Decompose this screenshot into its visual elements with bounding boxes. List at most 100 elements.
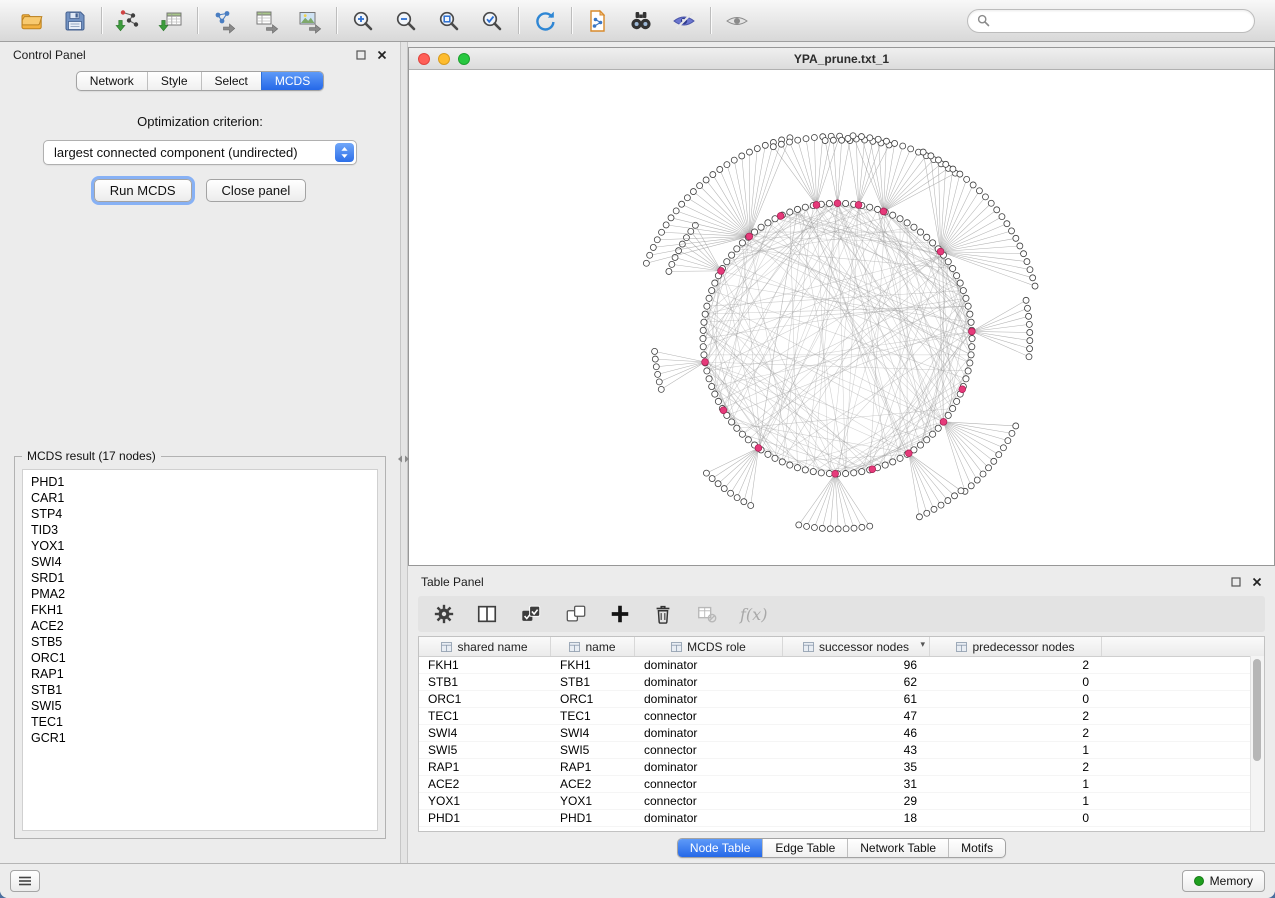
column-type-icon (441, 642, 452, 652)
sort-menu-icon[interactable]: ▾ (920, 639, 925, 650)
export-table-button[interactable] (252, 6, 282, 36)
mcds-result-item[interactable]: CAR1 (31, 490, 369, 506)
network-view-window: YPA_prune.txt_1 (408, 47, 1275, 566)
import-table-button[interactable] (156, 6, 186, 36)
eye-slash-icon (671, 8, 697, 34)
share-document-button[interactable] (583, 6, 613, 36)
mcds-result-item[interactable]: SRD1 (31, 570, 369, 586)
table-row[interactable]: TEC1 TEC1 connector 47 2 (419, 708, 1264, 725)
unselect-all-icon[interactable] (564, 603, 588, 625)
column-label: predecessor nodes (972, 640, 1074, 654)
table-row[interactable]: YOX1 YOX1 connector 29 1 (419, 793, 1264, 810)
table-row[interactable]: FKH1 FKH1 dominator 96 2 (419, 657, 1264, 674)
close-panel-icon[interactable] (377, 50, 387, 60)
cell-predecessor-nodes: 2 (930, 726, 1102, 740)
mcds-result-item[interactable]: TEC1 (31, 714, 369, 730)
column-header-name[interactable]: name (551, 637, 635, 656)
zoom-selected-icon (479, 8, 505, 34)
table-panel-title: Table Panel (421, 575, 484, 589)
network-window-titlebar[interactable]: YPA_prune.txt_1 (409, 48, 1274, 70)
window-close-button[interactable] (418, 53, 430, 65)
float-panel-icon[interactable] (1231, 577, 1241, 587)
search-field[interactable] (967, 9, 1255, 33)
refresh-view-button[interactable] (530, 6, 560, 36)
mcds-result-item[interactable]: SWI4 (31, 554, 369, 570)
control-panel-tab[interactable]: Select (201, 72, 261, 90)
table-settings-gear-icon[interactable] (433, 603, 455, 625)
column-header-predecessor-nodes[interactable]: predecessor nodes (930, 637, 1102, 656)
zoom-in-button[interactable] (348, 6, 378, 36)
column-header-successor-nodes[interactable]: successor nodes ▾ (783, 637, 930, 656)
table-row[interactable]: STB1 STB1 dominator 62 0 (419, 674, 1264, 691)
mcds-result-item[interactable]: STP4 (31, 506, 369, 522)
panel-splitter[interactable] (400, 42, 408, 863)
export-image-button[interactable] (295, 6, 325, 36)
table-row[interactable]: PHD1 PHD1 dominator 18 0 (419, 810, 1264, 827)
table-row[interactable]: ORC1 ORC1 dominator 61 0 (419, 691, 1264, 708)
column-header-mcds-role[interactable]: MCDS role (635, 637, 783, 656)
import-network-button[interactable] (113, 6, 143, 36)
mcds-result-item[interactable]: ORC1 (31, 650, 369, 666)
control-panel-tabs-row: Network Style Select MCDS (0, 68, 400, 100)
mcds-result-item[interactable]: SWI5 (31, 698, 369, 714)
mcds-result-item[interactable]: YOX1 (31, 538, 369, 554)
zoom-out-button[interactable] (391, 6, 421, 36)
mcds-result-item[interactable]: STB5 (31, 634, 369, 650)
window-zoom-button[interactable] (458, 53, 470, 65)
close-panel-icon[interactable] (1252, 577, 1262, 587)
mcds-result-item[interactable]: ACE2 (31, 618, 369, 634)
hide-graphics-details-button[interactable] (669, 6, 699, 36)
mcds-result-item[interactable]: TID3 (31, 522, 369, 538)
close-panel-button[interactable]: Close panel (206, 179, 307, 202)
column-header-shared-name[interactable]: shared name (419, 637, 551, 656)
zoom-selected-button[interactable] (477, 6, 507, 36)
table-panel-header: Table Panel (408, 569, 1275, 595)
table-row[interactable]: SWI5 SWI5 connector 43 1 (419, 742, 1264, 759)
cell-predecessor-nodes: 1 (930, 794, 1102, 808)
memory-button[interactable]: Memory (1182, 870, 1265, 892)
select-all-icon[interactable] (519, 603, 543, 625)
run-mcds-button[interactable]: Run MCDS (94, 179, 192, 202)
search-input[interactable] (995, 13, 1245, 29)
control-panel-tab[interactable]: Style (147, 72, 201, 90)
zoom-fit-button[interactable] (434, 6, 464, 36)
window-minimize-button[interactable] (438, 53, 450, 65)
mcds-result-item[interactable]: PMA2 (31, 586, 369, 602)
open-session-button[interactable] (17, 6, 47, 36)
table-tab[interactable]: Motifs (948, 839, 1005, 857)
cell-mcds-role: connector (635, 794, 783, 808)
export-table-icon (254, 8, 280, 34)
export-network-icon (211, 8, 237, 34)
table-tab[interactable]: Edge Table (762, 839, 847, 857)
table-row[interactable]: ACE2 ACE2 connector 31 1 (419, 776, 1264, 793)
search-network-button[interactable] (626, 6, 656, 36)
show-columns-icon[interactable] (476, 603, 498, 625)
mcds-result-item[interactable]: GCR1 (31, 730, 369, 746)
table-tab[interactable]: Node Table (678, 839, 763, 857)
add-column-plus-icon[interactable] (609, 603, 631, 625)
table-row[interactable]: SWI4 SWI4 dominator 46 2 (419, 725, 1264, 742)
table-scrollbar-track[interactable] (1250, 656, 1264, 831)
mcds-result-item[interactable]: STB1 (31, 682, 369, 698)
control-panel-tab[interactable]: MCDS (261, 72, 323, 90)
mcds-result-item[interactable]: RAP1 (31, 666, 369, 682)
network-canvas[interactable] (409, 70, 1274, 565)
cell-successor-nodes: 47 (783, 709, 930, 723)
table-panel: Table Panel (408, 569, 1275, 863)
criterion-dropdown[interactable]: largest connected component (undirected) (43, 140, 357, 165)
mcds-result-item[interactable]: FKH1 (31, 602, 369, 618)
show-graphics-details-button[interactable] (722, 6, 752, 36)
mcds-result-item[interactable]: PHD1 (31, 474, 369, 490)
float-panel-icon[interactable] (356, 50, 366, 60)
table-row[interactable]: RAP1 RAP1 dominator 35 2 (419, 759, 1264, 776)
save-session-button[interactable] (60, 6, 90, 36)
cell-name: FKH1 (551, 658, 635, 672)
delete-column-trash-icon[interactable] (652, 603, 674, 625)
table-tab[interactable]: Network Table (847, 839, 948, 857)
splitter-handle-icon[interactable] (398, 450, 409, 468)
table-scrollbar-thumb[interactable] (1253, 659, 1261, 761)
export-network-button[interactable] (209, 6, 239, 36)
show-task-history-button[interactable] (10, 870, 40, 892)
control-panel-tab[interactable]: Network (77, 72, 147, 90)
tab-label: Edge Table (775, 841, 835, 855)
